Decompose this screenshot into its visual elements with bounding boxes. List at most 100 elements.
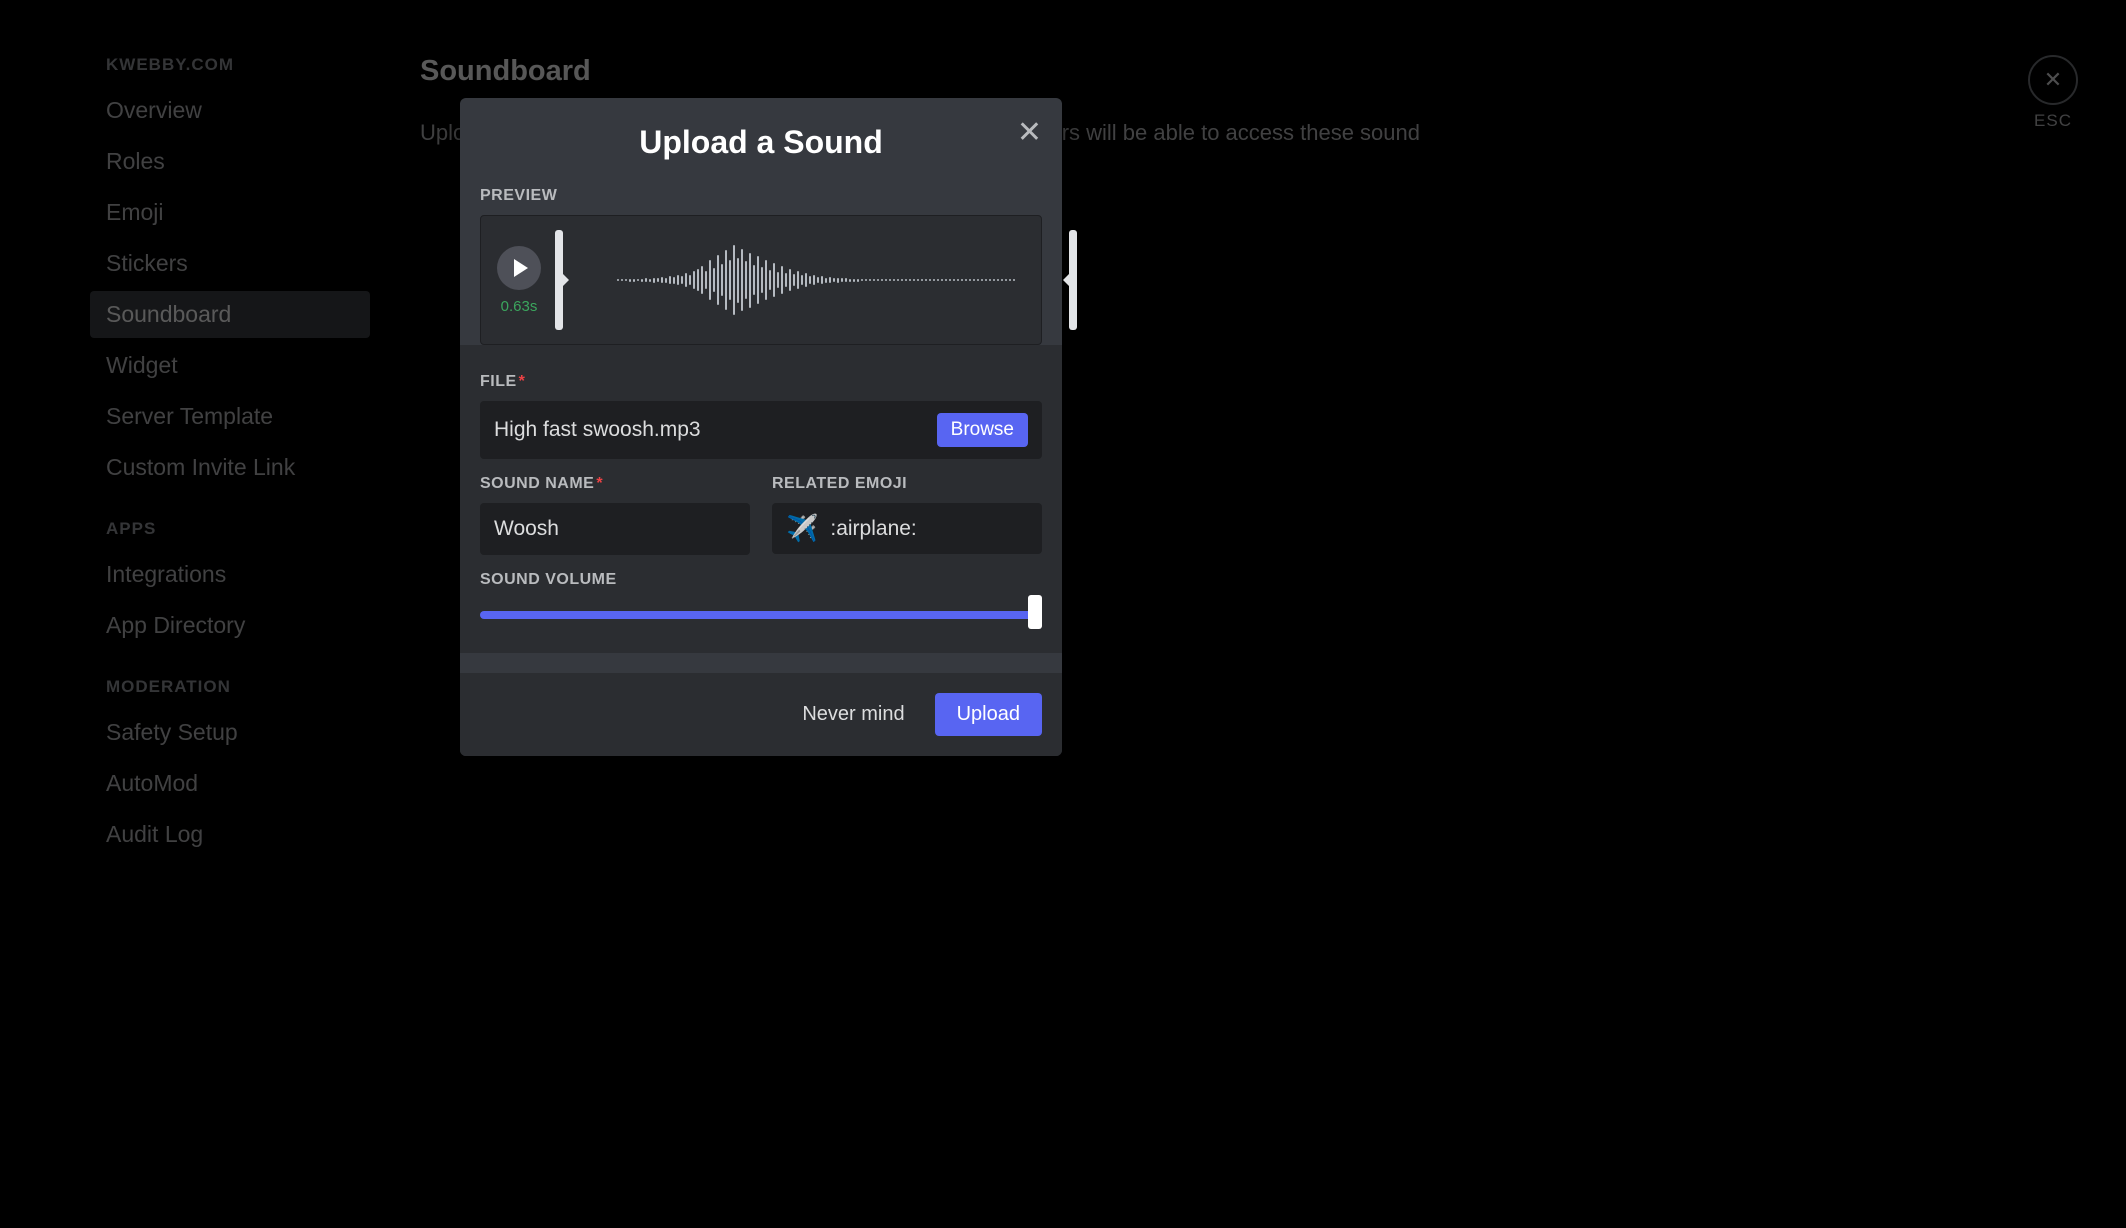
wave-bar xyxy=(897,279,899,281)
wave-bar xyxy=(697,269,699,291)
play-icon xyxy=(514,259,528,277)
play-button[interactable] xyxy=(497,246,541,290)
modal-backdrop[interactable] xyxy=(0,0,2126,1228)
wave-bar xyxy=(741,249,743,311)
wave-bar xyxy=(701,266,703,294)
wave-bar xyxy=(825,278,827,283)
wave-bar xyxy=(929,279,931,281)
wave-bar xyxy=(709,260,711,300)
wave-bar xyxy=(961,279,963,281)
preview-duration: 0.63s xyxy=(497,298,541,315)
file-name-display: High fast swoosh.mp3 xyxy=(494,418,937,442)
wave-bar xyxy=(829,277,831,283)
wave-bar xyxy=(985,279,987,281)
wave-bar xyxy=(905,279,907,281)
sound-name-label: SOUND NAME* xyxy=(480,475,750,493)
modal-footer: Never mind Upload xyxy=(460,673,1062,756)
wave-bar xyxy=(845,278,847,282)
wave-bar xyxy=(785,273,787,287)
wave-bar xyxy=(705,271,707,289)
wave-bar xyxy=(833,278,835,282)
wave-bar xyxy=(665,278,667,283)
related-emoji-picker[interactable]: ✈️ :airplane: xyxy=(772,503,1042,554)
upload-sound-modal: Upload a Sound ✕ PREVIEW 0.63s FILE* Hig… xyxy=(460,98,1062,756)
close-icon: ✕ xyxy=(1017,116,1042,149)
trim-start-handle[interactable] xyxy=(555,230,563,330)
wave-bar xyxy=(689,275,691,285)
wave-bar xyxy=(625,279,627,281)
preview-label: PREVIEW xyxy=(480,187,1042,205)
wave-bar xyxy=(765,260,767,300)
browse-button[interactable]: Browse xyxy=(937,413,1028,447)
modal-close-button[interactable]: ✕ xyxy=(1017,118,1042,148)
wave-bar xyxy=(761,267,763,293)
airplane-emoji-icon: ✈️ xyxy=(786,513,818,544)
wave-bar xyxy=(633,279,635,282)
wave-bar xyxy=(885,279,887,281)
wave-bar xyxy=(745,261,747,299)
wave-bar xyxy=(981,279,983,281)
waveform-display xyxy=(577,240,1055,320)
wave-bar xyxy=(857,279,859,282)
wave-bar xyxy=(753,265,755,295)
wave-bar xyxy=(853,279,855,282)
emoji-code-text: :airplane: xyxy=(830,517,916,541)
wave-bar xyxy=(821,276,823,284)
wave-bar xyxy=(637,279,639,281)
wave-bar xyxy=(621,279,623,281)
preview-box: 0.63s xyxy=(480,215,1042,345)
wave-bar xyxy=(617,279,619,281)
volume-slider[interactable] xyxy=(480,603,1042,625)
wave-bar xyxy=(957,279,959,281)
wave-bar xyxy=(721,264,723,296)
wave-bar xyxy=(977,279,979,281)
wave-bar xyxy=(861,279,863,281)
wave-bar xyxy=(1013,279,1015,281)
wave-bar xyxy=(797,271,799,289)
wave-bar xyxy=(865,279,867,281)
slider-thumb[interactable] xyxy=(1028,595,1042,629)
wave-bar xyxy=(749,253,751,308)
related-emoji-label: RELATED EMOJI xyxy=(772,475,1042,493)
wave-bar xyxy=(713,268,715,292)
sound-name-input[interactable] xyxy=(480,503,750,555)
wave-bar xyxy=(945,279,947,281)
sound-volume-label: SOUND VOLUME xyxy=(480,571,1042,589)
wave-bar xyxy=(733,245,735,315)
wave-bar xyxy=(781,266,783,294)
wave-bar xyxy=(737,258,739,303)
wave-bar xyxy=(913,279,915,281)
wave-bar xyxy=(773,263,775,297)
wave-bar xyxy=(909,279,911,281)
wave-bar xyxy=(969,279,971,281)
wave-bar xyxy=(629,279,631,282)
wave-bar xyxy=(677,275,679,285)
wave-bar xyxy=(893,279,895,281)
upload-button[interactable]: Upload xyxy=(935,693,1042,736)
trim-end-handle[interactable] xyxy=(1069,230,1077,330)
wave-bar xyxy=(661,277,663,283)
wave-bar xyxy=(953,279,955,281)
wave-bar xyxy=(997,279,999,281)
wave-bar xyxy=(873,279,875,281)
never-mind-button[interactable]: Never mind xyxy=(790,693,916,736)
wave-bar xyxy=(769,270,771,290)
wave-bar xyxy=(921,279,923,281)
wave-bar xyxy=(801,275,803,285)
wave-bar xyxy=(901,279,903,281)
slider-track xyxy=(480,611,1042,619)
wave-bar xyxy=(1005,279,1007,281)
wave-bar xyxy=(673,277,675,284)
wave-bar xyxy=(933,279,935,281)
wave-bar xyxy=(789,269,791,291)
wave-bar xyxy=(685,273,687,287)
wave-bar xyxy=(973,279,975,281)
wave-bar xyxy=(809,276,811,284)
wave-bar xyxy=(693,271,695,289)
wave-bar xyxy=(881,279,883,281)
wave-bar xyxy=(645,278,647,282)
wave-bar xyxy=(837,278,839,283)
wave-bar xyxy=(917,279,919,281)
wave-bar xyxy=(1001,279,1003,281)
wave-bar xyxy=(925,279,927,281)
